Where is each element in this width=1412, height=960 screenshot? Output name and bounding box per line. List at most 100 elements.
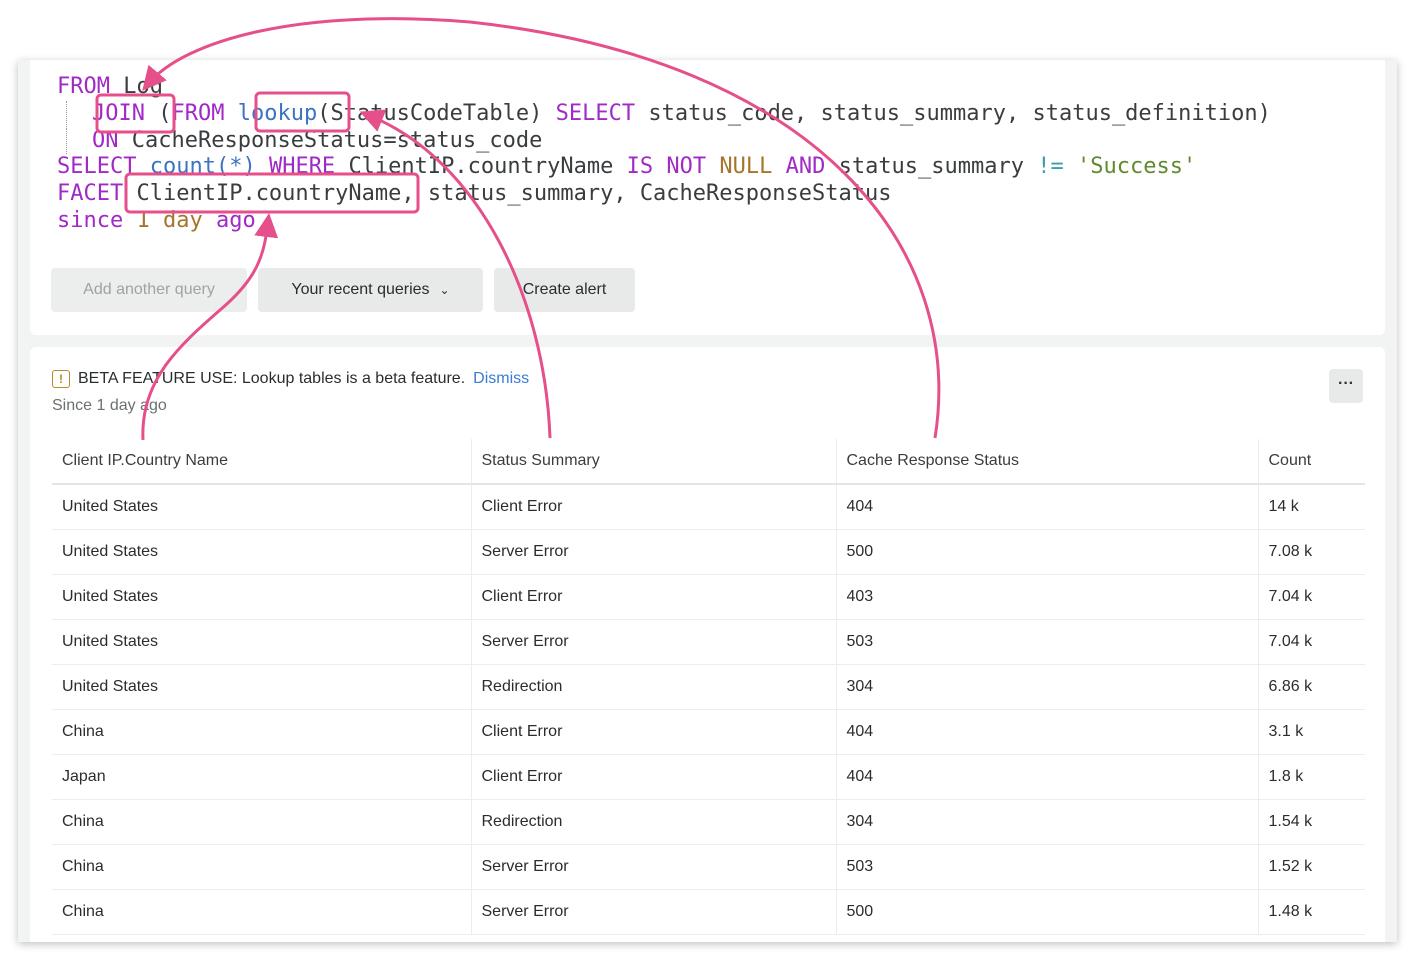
table-cell: Client Error <box>471 484 836 529</box>
tok: Log <box>123 74 163 99</box>
table-cell: China <box>52 799 471 844</box>
table-row: ChinaRedirection3041.54 k <box>52 799 1365 844</box>
table-cell: 1.48 k <box>1258 889 1365 934</box>
label: Create alert <box>523 281 607 299</box>
label: Your recent queries <box>291 281 429 299</box>
indent-guide <box>66 101 92 127</box>
table-row: JapanClient Error4041.8 k <box>52 754 1365 799</box>
indent-guide <box>66 128 92 154</box>
tok: status_summary <box>839 154 1024 179</box>
tok: status_summary, CacheResponseStatus <box>428 181 892 206</box>
nrql-query-editor[interactable]: FROM Log JOIN (FROM lookup(StatusCodeTab… <box>57 74 1271 235</box>
dismiss-link[interactable]: Dismiss <box>473 370 529 388</box>
create-alert-button[interactable]: Create alert <box>494 268 635 312</box>
tok: (StatusCodeTable) <box>317 101 542 126</box>
results-panel: ! BETA FEATURE USE: Lookup tables is a be… <box>30 347 1385 942</box>
table-cell: 404 <box>836 754 1258 799</box>
table-cell: United States <box>52 574 471 619</box>
table-cell: China <box>52 709 471 754</box>
kw: NOT <box>666 154 706 179</box>
table-cell: 3.1 k <box>1258 709 1365 754</box>
table-cell: United States <box>52 529 471 574</box>
results-table: Client IP.Country NameStatus SummaryCach… <box>52 439 1365 935</box>
table-row: United StatesServer Error5037.04 k <box>52 619 1365 664</box>
table-cell: United States <box>52 619 471 664</box>
tok: ( <box>158 101 171 126</box>
table-row: ChinaServer Error5031.52 k <box>52 844 1365 889</box>
table-cell: 1.52 k <box>1258 844 1365 889</box>
str: 'Success' <box>1077 154 1196 179</box>
kw: since <box>57 208 123 233</box>
table-row: ChinaServer Error5001.48 k <box>52 889 1365 934</box>
kw: NULL <box>719 154 772 179</box>
kw: FACET <box>57 181 123 206</box>
table-cell: Client Error <box>471 754 836 799</box>
beta-banner: ! BETA FEATURE USE: Lookup tables is a be… <box>52 370 529 388</box>
column-header[interactable]: Cache Response Status <box>836 439 1258 484</box>
add-another-query-button[interactable]: Add another query <box>51 268 247 312</box>
lookup-function: lookup <box>238 101 317 126</box>
table-cell: Server Error <box>471 889 836 934</box>
table-cell: China <box>52 844 471 889</box>
table-row: United StatesRedirection3046.86 k <box>52 664 1365 709</box>
table-cell: 7.04 k <box>1258 619 1365 664</box>
beta-text: BETA FEATURE USE: Lookup tables is a bet… <box>78 370 465 388</box>
kw: IS <box>627 154 654 179</box>
table-cell: Client Error <box>471 709 836 754</box>
table-cell: United States <box>52 484 471 529</box>
table-cell: 404 <box>836 484 1258 529</box>
facet-field: ClientIP.countryName, <box>136 181 414 206</box>
table-cell: Client Error <box>471 574 836 619</box>
kw: SELECT <box>556 101 635 126</box>
column-header[interactable]: Client IP.Country Name <box>52 439 471 484</box>
query-window: FROM Log JOIN (FROM lookup(StatusCodeTab… <box>18 60 1397 942</box>
num: 1 <box>136 208 149 233</box>
table-row: ChinaClient Error4043.1 k <box>52 709 1365 754</box>
table-cell: 6.86 k <box>1258 664 1365 709</box>
more-options-button[interactable]: ··· <box>1329 369 1363 403</box>
table-row: United StatesServer Error5007.08 k <box>52 529 1365 574</box>
kw: SELECT <box>57 154 136 179</box>
join-keyword: JOIN <box>92 101 145 126</box>
table-cell: 7.08 k <box>1258 529 1365 574</box>
kw: ON <box>92 128 119 153</box>
tok: day <box>163 208 203 233</box>
kw: AND <box>786 154 826 179</box>
table-cell: 403 <box>836 574 1258 619</box>
table-cell: 1.54 k <box>1258 799 1365 844</box>
table-cell: Redirection <box>471 799 836 844</box>
table-cell: 503 <box>836 844 1258 889</box>
table-row: United StatesClient Error40414 k <box>52 484 1365 529</box>
table-cell: 304 <box>836 799 1258 844</box>
table-cell: 304 <box>836 664 1258 709</box>
query-editor-panel: FROM Log JOIN (FROM lookup(StatusCodeTab… <box>30 60 1385 335</box>
table-cell: 500 <box>836 529 1258 574</box>
op: != <box>1037 154 1064 179</box>
kw: FROM <box>171 101 224 126</box>
table-cell: 14 k <box>1258 484 1365 529</box>
kw: FROM <box>57 74 110 99</box>
table-cell: 500 <box>836 889 1258 934</box>
fn: count(*) <box>150 154 256 179</box>
table-cell: 1.8 k <box>1258 754 1365 799</box>
table-cell: Server Error <box>471 529 836 574</box>
tok: CacheResponseStatus=status_code <box>132 128 543 153</box>
warning-icon: ! <box>52 370 70 388</box>
column-header[interactable]: Status Summary <box>471 439 836 484</box>
table-row: United StatesClient Error4037.04 k <box>52 574 1365 619</box>
tok: ClientIP.countryName <box>348 154 613 179</box>
table-cell: United States <box>52 664 471 709</box>
table-cell: China <box>52 889 471 934</box>
table-cell: Redirection <box>471 664 836 709</box>
table-cell: 404 <box>836 709 1258 754</box>
recent-queries-dropdown[interactable]: Your recent queries ⌄ <box>258 268 483 312</box>
table-cell: Server Error <box>471 844 836 889</box>
column-header[interactable]: Count <box>1258 439 1365 484</box>
table-cell: Server Error <box>471 619 836 664</box>
kw: WHERE <box>269 154 335 179</box>
table-cell: 503 <box>836 619 1258 664</box>
table-cell: 7.04 k <box>1258 574 1365 619</box>
chevron-down-icon: ⌄ <box>440 283 450 297</box>
tok: status_code, status_summary, status_defi… <box>648 101 1271 126</box>
kw: ago <box>216 208 256 233</box>
